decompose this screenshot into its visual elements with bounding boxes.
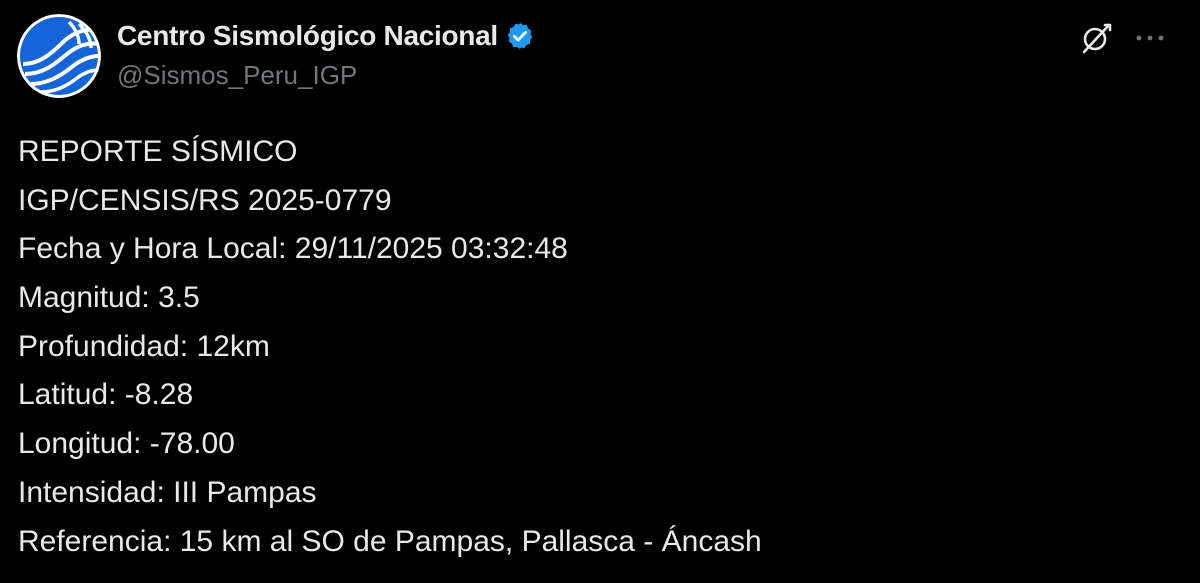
post-line-latitude: Latitud: -8.28 xyxy=(18,378,194,412)
author-block: Centro Sismológico Nacional @Sismos_Peru… xyxy=(117,18,535,91)
post-line-depth: Profundidad: 12km xyxy=(18,329,270,363)
igp-logo-icon xyxy=(17,14,101,98)
grok-slash-icon xyxy=(1082,23,1112,54)
post-line-intensity: Intensidad: III Pampas xyxy=(18,475,317,509)
more-options-button[interactable] xyxy=(1130,18,1170,58)
display-name[interactable]: Centro Sismológico Nacional xyxy=(117,20,498,52)
post-line-magnitude: Magnitud: 3.5 xyxy=(18,281,200,315)
user-handle[interactable]: @Sismos_Peru_IGP xyxy=(117,60,535,91)
grok-button[interactable] xyxy=(1076,18,1116,58)
post-line-title: REPORTE SÍSMICO xyxy=(18,135,298,168)
post-line-longitude: Longitud: -78.00 xyxy=(18,427,235,461)
post-text: REPORTE SÍSMICO IGP/CENSIS/RS 2025-0779 … xyxy=(18,128,762,566)
avatar[interactable] xyxy=(17,14,101,98)
post-line-reference: Referencia: 15 km al SO de Pampas, Palla… xyxy=(18,524,762,558)
post-line-report-id: IGP/CENSIS/RS 2025-0779 xyxy=(18,183,392,217)
post-line-datetime: Fecha y Hora Local: 29/11/2025 03:32:48 xyxy=(18,232,568,266)
more-dots-icon xyxy=(1136,35,1164,41)
post-card: Centro Sismológico Nacional @Sismos_Peru… xyxy=(0,0,1200,583)
verified-badge-icon[interactable] xyxy=(505,21,535,51)
name-row: Centro Sismológico Nacional xyxy=(117,18,535,54)
